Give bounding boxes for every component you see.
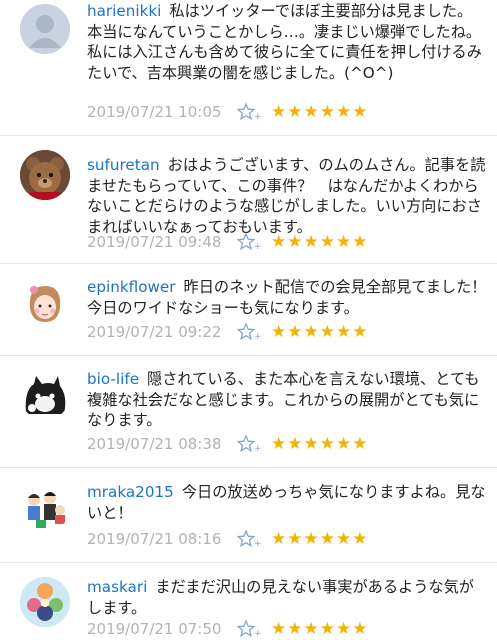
svg-text:+: + <box>254 332 261 342</box>
add-star-icon[interactable]: + <box>237 102 263 122</box>
svg-text:+: + <box>254 629 261 639</box>
comment-username[interactable]: epinkflower <box>87 278 176 296</box>
star-rating: ★★★★★★ <box>271 619 369 639</box>
comment-body: epinkflower 昨日のネット配信での会見全部見てました！今日のワイドなショ… <box>87 264 487 318</box>
comment-username[interactable]: maskari <box>87 578 147 596</box>
comment-body: maskari まだまだ沢山の見えない事実があるような気がします。 <box>87 563 487 618</box>
comment-meta: 2019/07/21 07:50 + ★★★★★★ <box>87 619 368 639</box>
star-rating: ★★★★★★ <box>271 102 369 122</box>
comment-item: sufuretan おはようございます、のムのムさん。記事を読ませたもらっていて、… <box>0 136 497 264</box>
comment-item: mraka2015 今日の放送めっちゃ気になりますよね。見ないと！ 2019/07… <box>0 468 497 563</box>
comment-body: bio-life 隠されている、また本心を言えない環境、とても複雑な社会だなと感じ… <box>87 356 487 431</box>
comment-username[interactable]: mraka2015 <box>87 483 174 501</box>
comment-body: harienikki 私はツイッターでほぼ主要部分は見ました。本当になんていうこと… <box>87 0 487 83</box>
add-star-icon[interactable]: + <box>237 434 263 454</box>
comment-date: 2019/07/21 09:48 <box>87 233 222 251</box>
svg-text:+: + <box>254 444 261 454</box>
comment-date: 2019/07/21 07:50 <box>87 620 222 638</box>
comment-item: epinkflower 昨日のネット配信での会見全部見てました！今日のワイドなショ… <box>0 264 497 356</box>
comment-meta: 2019/07/21 09:48 + ★★★★★★ <box>87 232 368 252</box>
family-illustration-icon[interactable] <box>20 482 70 532</box>
svg-text:+: + <box>254 539 261 549</box>
star-rating: ★★★★★★ <box>271 232 369 252</box>
comment-body: mraka2015 今日の放送めっちゃ気になりますよね。見ないと！ <box>87 468 487 523</box>
comment-text: 隠されている、また本心を言えない環境、とても複雑な社会だなと感じます。これからの… <box>87 370 480 429</box>
comment-list: harienikki 私はツイッターでほぼ主要部分は見ました。本当になんていうこと… <box>0 0 497 640</box>
add-star-icon[interactable]: + <box>237 232 263 252</box>
add-star-icon[interactable]: + <box>237 322 263 342</box>
comment-date: 2019/07/21 08:38 <box>87 435 222 453</box>
star-rating: ★★★★★★ <box>271 529 369 549</box>
star-rating: ★★★★★★ <box>271 434 369 454</box>
cat-icon[interactable] <box>20 370 70 420</box>
floral-icon[interactable] <box>20 577 70 627</box>
comment-meta: 2019/07/21 08:38 + ★★★★★★ <box>87 434 368 454</box>
default-person-icon[interactable] <box>20 4 70 54</box>
svg-text:+: + <box>254 112 261 122</box>
comment-item: harienikki 私はツイッターでほぼ主要部分は見ました。本当になんていうこと… <box>0 0 497 136</box>
comment-username[interactable]: harienikki <box>87 2 161 20</box>
comment-date: 2019/07/21 08:16 <box>87 530 222 548</box>
comment-username[interactable]: sufuretan <box>87 156 160 174</box>
comment-meta: 2019/07/21 09:22 + ★★★★★★ <box>87 322 368 342</box>
comment-meta: 2019/07/21 10:05 + ★★★★★★ <box>87 102 368 122</box>
comment-item: bio-life 隠されている、また本心を言えない環境、とても複雑な社会だなと感じ… <box>0 356 497 468</box>
teddy-bear-icon[interactable] <box>20 150 70 200</box>
comment-meta: 2019/07/21 08:16 + ★★★★★★ <box>87 529 368 549</box>
add-star-icon[interactable]: + <box>237 529 263 549</box>
add-star-icon[interactable]: + <box>237 619 263 639</box>
comment-date: 2019/07/21 10:05 <box>87 103 222 121</box>
comment-date: 2019/07/21 09:22 <box>87 323 222 341</box>
girl-illustration-icon[interactable] <box>20 278 70 328</box>
comment-username[interactable]: bio-life <box>87 370 139 388</box>
star-rating: ★★★★★★ <box>271 322 369 342</box>
comment-item: maskari まだまだ沢山の見えない事実があるような気がします。 2019/07… <box>0 563 497 640</box>
comment-body: sufuretan おはようございます、のムのムさん。記事を読ませたもらっていて、… <box>87 136 487 237</box>
svg-text:+: + <box>254 242 261 252</box>
